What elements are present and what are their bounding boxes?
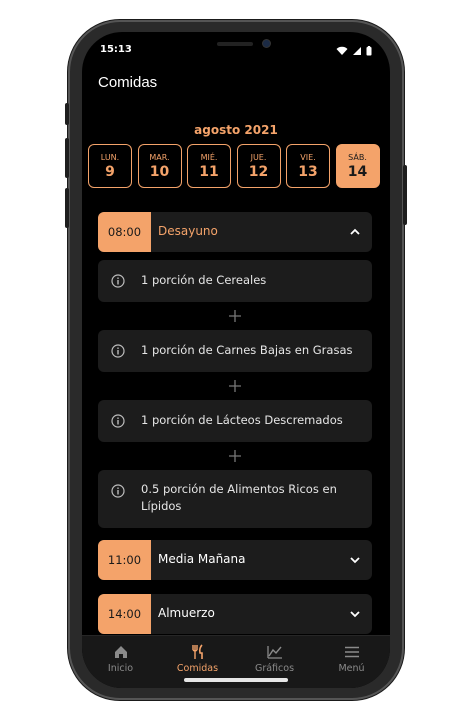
day-button-tue[interactable]: MAR. 10 [137,144,182,188]
portion-text: 1 porción de Lácteos Descremados [141,413,343,427]
notch [179,32,293,56]
camera [263,40,270,47]
info-icon[interactable] [111,484,125,498]
calendar-month: agosto 2021 [194,123,278,137]
day-number: 13 [298,163,318,180]
wifi-icon [336,46,348,55]
day-number: 14 [347,163,368,180]
day-button-thu[interactable]: JUE. 12 [236,144,281,188]
portion-text: 1 porción de Carnes Bajas en Grasas [141,343,353,357]
day-button-mon[interactable]: LUN. 9 [88,144,132,188]
day-number: 9 [105,163,115,180]
info-icon[interactable] [111,274,125,288]
portion-text: 0.5 porción de Alimentos Ricos en Lípido… [141,482,337,513]
day-selector: LUN. 9 MAR. 10 MIÉ. 11 JUE. 12 VIE. 13 S… [88,144,380,188]
home-icon [114,646,127,658]
phone-volume-up [65,138,69,178]
meal-name: Almuerzo [158,606,215,620]
day-button-fri[interactable]: VIE. 13 [286,144,330,188]
app-screen: 15:13 Comidas agosto 2021 LUN. 9 MAR. 10… [82,32,390,688]
menu-icon [344,646,359,658]
phone-side-button [65,103,69,125]
phone-volume-down [65,188,69,228]
signal-icon [353,47,361,55]
battery-icon [366,46,372,56]
portion-text: 1 porción de Cereales [141,273,267,287]
chevron-down-icon[interactable] [348,553,362,567]
plus-icon [229,380,241,392]
meal-header-desayuno[interactable]: 08:00 Desayuno [98,212,372,252]
portion-item[interactable]: 0.5 porción de Alimentos Ricos en Lípido… [98,470,372,528]
status-time: 15:13 [100,44,132,55]
tab-inicio[interactable]: Inicio [82,636,159,688]
home-indicator [184,678,288,682]
tab-label: Menú [338,663,365,674]
speaker [217,42,253,46]
tab-menu[interactable]: Menú [313,636,390,688]
portion-item[interactable]: 1 porción de Lácteos Descremados [98,400,372,442]
meal-time: 08:00 [98,212,151,252]
chart-icon [266,646,282,659]
meal-time: 14:00 [98,594,151,634]
day-number: 11 [199,163,219,180]
chevron-down-icon[interactable] [348,607,362,621]
info-icon[interactable] [111,344,125,358]
day-name: JUE. [250,152,267,162]
meal-name: Media Mañana [158,552,246,566]
day-name: MIÉ. [200,152,218,162]
status-icons [336,46,372,56]
portion-item[interactable]: 1 porción de Carnes Bajas en Grasas [98,330,372,372]
info-icon[interactable] [111,414,125,428]
day-name: SÁB. [348,152,367,162]
portion-item[interactable]: 1 porción de Cereales [98,260,372,302]
day-name: VIE. [300,152,316,162]
day-name: LUN. [100,152,120,162]
page-title: Comidas [98,74,158,91]
tab-label: Inicio [107,663,134,674]
plus-icon [229,450,241,462]
meal-header-almuerzo[interactable]: 14:00 Almuerzo [98,594,372,634]
meal-name: Desayuno [158,224,218,238]
meal-header-media-manana[interactable]: 11:00 Media Mañana [98,540,372,580]
tab-label: Gráficos [254,663,295,674]
day-number: 10 [149,163,170,180]
phone-power-button [403,165,407,225]
meal-time: 11:00 [98,540,151,580]
day-name: MAR. [149,152,170,162]
day-number: 12 [248,163,269,180]
tab-label: Comidas [176,663,219,674]
plus-icon [229,310,241,322]
day-button-sat[interactable]: SÁB. 14 [335,144,380,188]
day-button-wed[interactable]: MIÉ. 11 [187,144,231,188]
fork-knife-icon [191,644,203,659]
chevron-up-icon[interactable] [348,225,362,239]
